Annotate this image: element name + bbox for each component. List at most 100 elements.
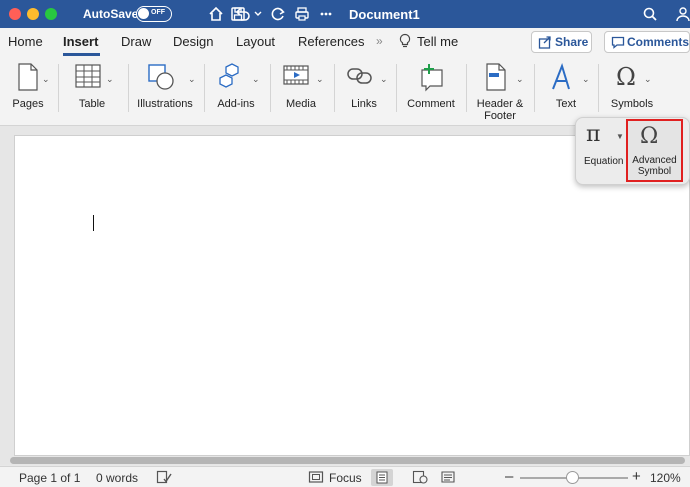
close-window-button[interactable]	[9, 8, 21, 20]
tab-home[interactable]: Home	[8, 34, 43, 49]
illustrations-label: Illustrations	[137, 98, 193, 110]
autosave-state: OFF	[151, 9, 165, 16]
header-footer-label-line2: Footer	[484, 110, 516, 122]
autosave-toggle[interactable]: OFF	[136, 6, 172, 22]
insert-ribbon: ⌄ Pages ⌄ Table ⌄ Illustrations ⌄ Add-in…	[0, 56, 690, 126]
proofing-icon[interactable]	[156, 470, 172, 487]
zoom-slider-handle[interactable]	[566, 471, 579, 484]
header-footer-button[interactable]: ⌄ Header & Footer	[472, 60, 528, 122]
pages-icon	[16, 62, 40, 97]
word-count[interactable]: 0 words	[96, 471, 138, 485]
symbols-label: Symbols	[610, 98, 654, 110]
chevron-down-icon: ⌄	[582, 74, 590, 84]
text-label: Text	[555, 98, 577, 110]
toggle-knob	[138, 8, 149, 19]
chevron-down-icon[interactable]: ▼	[616, 132, 624, 141]
omega-icon: Ω	[616, 63, 636, 91]
text-cursor	[93, 215, 94, 231]
tab-references[interactable]: References	[298, 34, 364, 49]
table-icon	[74, 62, 102, 95]
table-button[interactable]: ⌄ Table	[64, 60, 120, 120]
share-button[interactable]: Share	[531, 31, 592, 53]
print-icon[interactable]	[292, 4, 312, 24]
print-layout-view[interactable]	[371, 469, 393, 486]
comment-button[interactable]: Comment	[402, 60, 460, 120]
maximize-window-button[interactable]	[45, 8, 57, 20]
more-icon[interactable]	[316, 4, 336, 24]
pages-button[interactable]: ⌄ Pages	[4, 60, 52, 120]
search-icon[interactable]	[640, 4, 660, 24]
web-layout-icon[interactable]	[412, 470, 428, 487]
title-bar: AutoSave OFF Document1	[0, 0, 690, 28]
chevron-down-icon: ⌄	[516, 74, 524, 84]
status-bar: Page 1 of 1 0 words Focus – + 120%	[0, 466, 690, 487]
text-button[interactable]: ⌄ Text	[540, 60, 592, 120]
media-icon	[282, 62, 312, 95]
focus-icon[interactable]	[308, 470, 324, 487]
ribbon-tab-bar: Home Insert Draw Design Layout Reference…	[0, 28, 690, 56]
pages-label: Pages	[12, 98, 44, 110]
links-button[interactable]: ⌄ Links	[338, 60, 390, 120]
home-icon[interactable]	[206, 4, 226, 24]
chevron-down-icon: ⌄	[380, 74, 388, 84]
chevron-down-icon: ⌄	[188, 74, 196, 84]
header-footer-icon	[484, 62, 508, 97]
tab-draw[interactable]: Draw	[121, 34, 151, 49]
ribbon-divider	[598, 64, 599, 112]
advanced-label-line2: Symbol	[637, 166, 672, 177]
chevron-down-icon: ⌄	[644, 74, 652, 84]
minimize-window-button[interactable]	[27, 8, 39, 20]
ribbon-divider	[58, 64, 59, 112]
tab-design[interactable]: Design	[173, 34, 213, 49]
share-label: Share	[555, 35, 589, 49]
illustrations-icon	[146, 62, 176, 97]
equation-label[interactable]: Equation	[584, 156, 623, 167]
tab-insert[interactable]: Insert	[63, 34, 98, 49]
text-icon	[547, 62, 577, 97]
ribbon-divider	[204, 64, 205, 112]
media-button[interactable]: ⌄ Media	[276, 60, 326, 120]
lightbulb-icon	[398, 33, 412, 54]
horizontal-scrollbar[interactable]	[0, 456, 690, 465]
read-mode-icon[interactable]	[440, 470, 456, 487]
scrollbar-thumb[interactable]	[10, 457, 685, 464]
links-icon	[345, 62, 375, 95]
comments-button[interactable]: Comments	[604, 31, 690, 53]
header-footer-label-line1: Header &	[476, 98, 524, 110]
advanced-symbol-label: Advanced Symbol	[628, 155, 681, 177]
symbols-button[interactable]: Ω ⌄ Symbols	[604, 60, 660, 120]
chevron-down-icon: ⌄	[252, 74, 260, 84]
header-footer-label: Header & Footer	[472, 98, 528, 122]
links-label: Links	[351, 98, 377, 110]
comments-label: Comments	[627, 35, 690, 49]
equation-icon[interactable]: π	[586, 122, 600, 147]
tell-me-search[interactable]: Tell me	[417, 34, 458, 49]
comment-icon	[416, 62, 446, 97]
zoom-in-button[interactable]: +	[632, 468, 641, 485]
ribbon-divider	[128, 64, 129, 112]
advanced-label-line1: Advanced	[632, 155, 677, 166]
ribbon-divider	[396, 64, 397, 112]
redo-icon[interactable]	[268, 4, 288, 24]
ribbon-divider	[534, 64, 535, 112]
add-ins-label: Add-ins	[217, 98, 255, 110]
ribbon-divider	[334, 64, 335, 112]
media-label: Media	[286, 98, 316, 110]
account-icon[interactable]	[674, 4, 690, 24]
advanced-symbol-button[interactable]: Ω Advanced Symbol	[626, 119, 683, 182]
zoom-level[interactable]: 120%	[650, 471, 681, 485]
page-count[interactable]: Page 1 of 1	[19, 471, 80, 485]
tab-layout[interactable]: Layout	[236, 34, 275, 49]
document-title: Document1	[349, 7, 420, 22]
omega-icon: Ω	[640, 124, 659, 149]
undo-dropdown-icon[interactable]	[252, 4, 264, 24]
zoom-out-button[interactable]: –	[505, 468, 513, 485]
focus-label[interactable]: Focus	[329, 471, 362, 485]
add-ins-button[interactable]: ⌄ Add-ins	[210, 60, 262, 120]
table-label: Table	[78, 98, 106, 110]
chevron-down-icon: ⌄	[106, 74, 114, 84]
more-tabs-icon[interactable]: »	[376, 34, 383, 48]
add-ins-icon	[217, 62, 247, 97]
chevron-down-icon: ⌄	[316, 74, 324, 84]
illustrations-button[interactable]: ⌄ Illustrations	[132, 60, 198, 120]
